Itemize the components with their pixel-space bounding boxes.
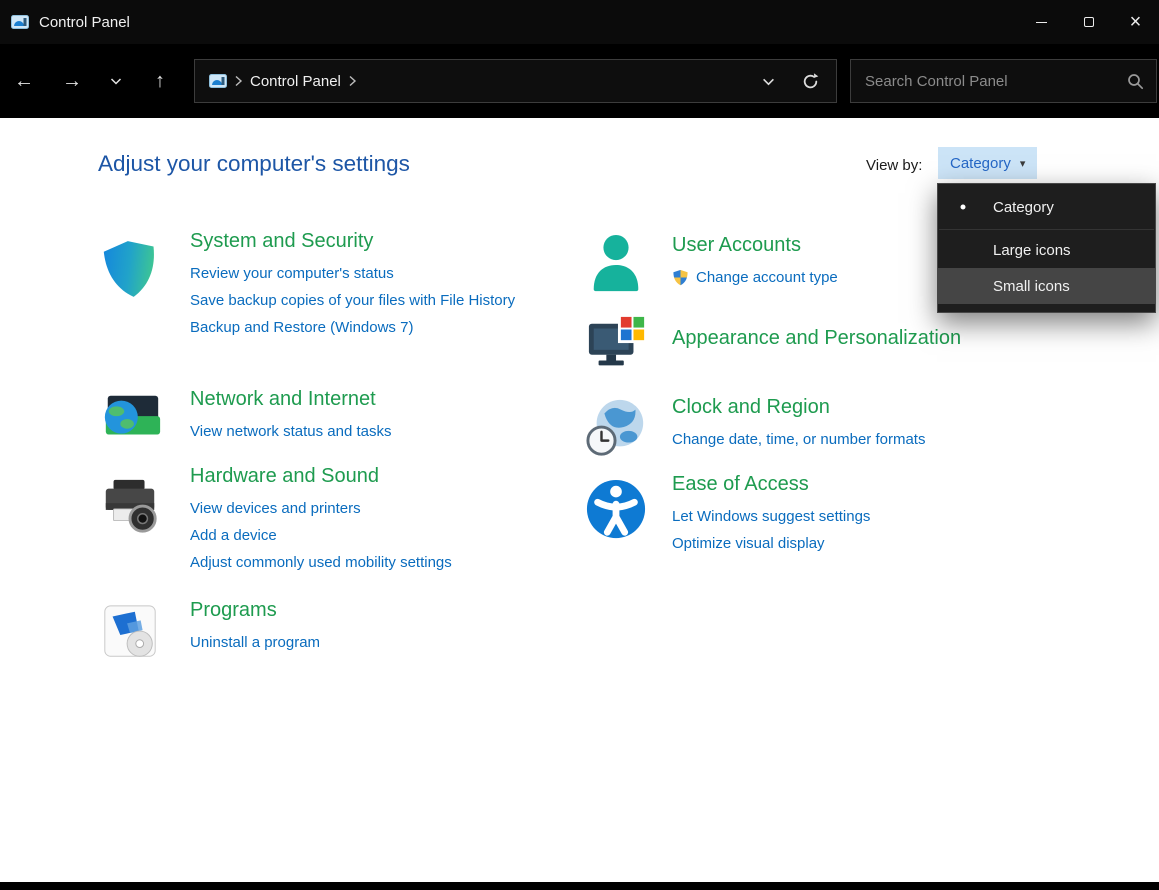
search-box xyxy=(850,59,1157,103)
breadcrumb-chevron-icon[interactable] xyxy=(348,75,357,87)
link-uninstall-a-program[interactable]: Uninstall a program xyxy=(190,629,520,656)
forward-button[interactable]: → xyxy=(48,59,96,103)
category-title-hardware-sound[interactable]: Hardware and Sound xyxy=(190,465,558,488)
globe-clock-icon[interactable] xyxy=(585,396,649,465)
window-title: Control Panel xyxy=(39,14,130,31)
breadcrumb-chevron-icon xyxy=(234,75,243,87)
maximize-button[interactable] xyxy=(1065,0,1112,44)
search-input[interactable] xyxy=(863,72,1127,91)
link-view-network-status[interactable]: View network status and tasks xyxy=(190,418,520,445)
link-backup-and-restore[interactable]: Backup and Restore (Windows 7) xyxy=(190,314,520,341)
recent-locations-chevron-icon[interactable] xyxy=(96,59,136,103)
minimize-icon xyxy=(1036,22,1047,23)
network-globe-icon[interactable] xyxy=(100,388,164,457)
view-by-menu: Category Large icons Small icons xyxy=(937,183,1156,313)
category-title-system-security[interactable]: System and Security xyxy=(190,230,558,253)
view-by-dropdown[interactable]: Category ▾ xyxy=(938,147,1037,179)
category-system-and-security: System and Security Review your computer… xyxy=(98,222,558,341)
accessibility-icon[interactable] xyxy=(585,478,647,545)
address-dropdown-chevron-icon[interactable] xyxy=(762,75,775,88)
view-by-value: Category xyxy=(950,155,1011,172)
user-silhouette-icon[interactable] xyxy=(585,232,647,301)
link-label: Change account type xyxy=(696,264,838,291)
menu-separator xyxy=(939,229,1154,230)
link-file-history-backup[interactable]: Save backup copies of your files with Fi… xyxy=(190,287,520,314)
link-mobility-settings[interactable]: Adjust commonly used mobility settings xyxy=(190,549,520,576)
breadcrumb-control-panel[interactable]: Control Panel xyxy=(250,73,341,90)
link-add-a-device[interactable]: Add a device xyxy=(190,522,520,549)
link-let-windows-suggest[interactable]: Let Windows suggest settings xyxy=(672,503,1055,530)
link-optimize-visual-display[interactable]: Optimize visual display xyxy=(672,530,1055,557)
category-appearance-personalization: Appearance and Personalization xyxy=(585,310,1085,357)
menu-item-label: Large icons xyxy=(993,242,1071,259)
menu-item-large-icons[interactable]: Large icons xyxy=(938,232,1155,268)
navigation-toolbar: ← → ↑ Control Panel xyxy=(0,44,1159,118)
page-title: Adjust your computer's settings xyxy=(98,151,410,177)
category-title-network-internet[interactable]: Network and Internet xyxy=(190,388,558,411)
printer-camera-icon[interactable] xyxy=(98,476,162,543)
category-programs: Programs Uninstall a program xyxy=(98,596,558,656)
title-bar: Control Panel × xyxy=(0,0,1159,44)
window-bottom-border xyxy=(0,882,1159,890)
link-change-date-time-formats[interactable]: Change date, time, or number formats xyxy=(672,426,1055,453)
back-button[interactable]: ← xyxy=(0,59,48,103)
link-view-devices-printers[interactable]: View devices and printers xyxy=(190,495,520,522)
category-hardware-and-sound: Hardware and Sound View devices and prin… xyxy=(98,462,558,576)
category-title-programs[interactable]: Programs xyxy=(190,599,558,622)
programs-box-icon[interactable] xyxy=(98,602,162,669)
category-title-appearance[interactable]: Appearance and Personalization xyxy=(672,327,1085,350)
close-button[interactable]: × xyxy=(1112,0,1159,44)
control-panel-icon xyxy=(11,13,29,31)
category-clock-and-region: Clock and Region Change date, time, or n… xyxy=(585,392,1055,453)
view-by-label: View by: xyxy=(866,157,922,174)
up-button[interactable]: ↑ xyxy=(136,59,184,103)
category-title-ease-of-access[interactable]: Ease of Access xyxy=(672,473,1055,496)
chevron-down-icon: ▾ xyxy=(1020,157,1026,170)
maximize-icon xyxy=(1084,17,1094,27)
monitor-colors-icon[interactable] xyxy=(585,314,649,381)
menu-item-label: Category xyxy=(993,199,1054,216)
link-review-computer-status[interactable]: Review your computer's status xyxy=(190,260,520,287)
window-controls: × xyxy=(1018,0,1159,44)
menu-item-category[interactable]: Category xyxy=(938,187,1155,227)
control-panel-icon xyxy=(209,72,227,90)
security-shield-icon[interactable] xyxy=(94,233,167,311)
minimize-button[interactable] xyxy=(1018,0,1065,44)
address-bar[interactable]: Control Panel xyxy=(194,59,837,103)
category-network-and-internet: Network and Internet View network status… xyxy=(98,384,558,445)
refresh-icon[interactable] xyxy=(801,72,820,91)
menu-item-small-icons[interactable]: Small icons xyxy=(938,268,1155,304)
search-icon[interactable] xyxy=(1127,73,1144,90)
close-icon: × xyxy=(1130,12,1142,32)
menu-item-label: Small icons xyxy=(993,278,1070,295)
category-title-clock-region[interactable]: Clock and Region xyxy=(672,396,1055,419)
selected-bullet-icon xyxy=(961,205,966,210)
uac-shield-icon xyxy=(672,269,689,286)
category-ease-of-access: Ease of Access Let Windows suggest setti… xyxy=(585,470,1055,557)
